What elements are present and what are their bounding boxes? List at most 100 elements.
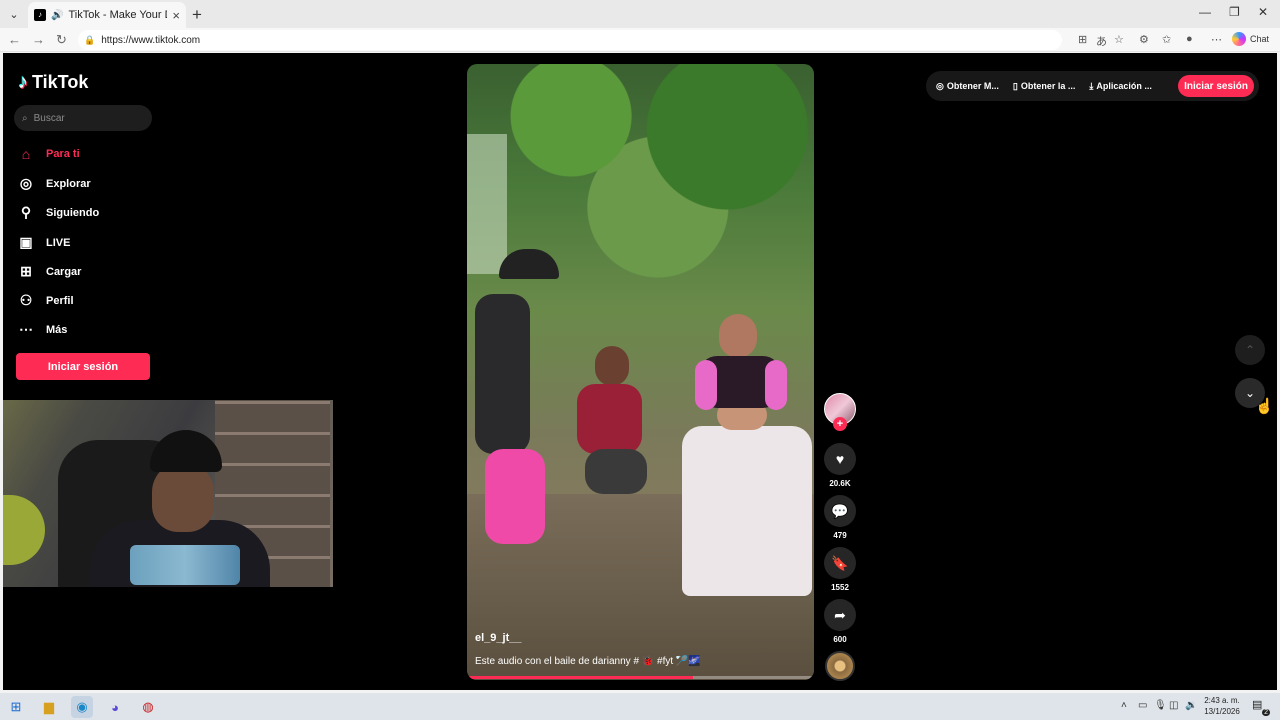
tree-foliage [467, 64, 814, 324]
favorites-icon[interactable]: ✩ [1162, 33, 1171, 46]
dancer-1-shirt [475, 294, 530, 454]
dancer-3-pants [682, 426, 812, 596]
refresh-icon[interactable]: ↻ [56, 32, 67, 48]
share-button[interactable]: ➦ [824, 599, 856, 631]
chevron-down-icon: ⌄ [1244, 386, 1256, 400]
start-windows-icon[interactable]: ⊞ [5, 696, 27, 718]
back-icon[interactable]: ← [8, 32, 21, 47]
meet-now-icon[interactable]: ▭ [1138, 700, 1147, 711]
sidebar-item-live[interactable]: ▣ LIVE [18, 234, 70, 251]
search-placeholder: Buscar [33, 112, 65, 124]
home-icon: ⌂ [21, 146, 31, 162]
sidebar-item-label: Cargar [46, 265, 82, 278]
site-info-icon[interactable]: 🔒 [84, 35, 95, 46]
save-button[interactable]: 🔖 [824, 547, 856, 579]
tiktok-logo[interactable]: ♪ TikTok [18, 71, 88, 94]
heart-icon: ♥ [835, 451, 845, 467]
new-tab-icon[interactable]: + [192, 5, 202, 25]
desktop-app-button[interactable]: ⤓ Aplicación ... [1089, 81, 1152, 92]
following-icon: ⚲ [20, 204, 32, 220]
logo-text: TikTok [32, 72, 89, 92]
download-icon: ⤓ [1089, 80, 1094, 91]
search-icon: ⌕ [22, 112, 28, 124]
sidebar-item-label: LIVE [46, 236, 71, 249]
video-progress-fill [467, 676, 693, 679]
chevron-up-icon: ⌃ [1244, 343, 1256, 357]
search-input[interactable]: ⌕ Buscar [14, 105, 152, 131]
get-app-button[interactable]: ▯ Obtener la ... [1013, 81, 1075, 92]
sidebar-login-button[interactable]: Iniciar sesión [16, 353, 150, 380]
top-login-button[interactable]: Iniciar sesión [1178, 75, 1254, 97]
like-button[interactable]: ♥ [824, 443, 856, 475]
microphone-icon[interactable]: 🎙 [1154, 700, 1167, 711]
dancer-3-sleeve [765, 360, 787, 410]
like-count: 20.6K [829, 479, 851, 488]
chat-label: Chat [1250, 34, 1270, 44]
streamer-cap [150, 430, 222, 472]
close-tab-icon[interactable]: × [172, 8, 180, 23]
sidebar-item-explorar[interactable]: ◎ Explorar [18, 175, 91, 192]
system-clock[interactable]: 2:43 a. m. 13/1/2026 [1196, 695, 1248, 717]
notification-center-icon[interactable]: ▤ 2 [1252, 698, 1270, 716]
comment-button[interactable]: 💬 [824, 495, 856, 527]
tab-actions-menu-icon[interactable]: ⌄ [4, 4, 24, 24]
sidebar-item-mas[interactable]: ⋯ Más [18, 321, 67, 338]
dancer-2-head [595, 346, 629, 386]
video-player[interactable]: el_9_jt__ Este audio con el baile de dar… [467, 64, 814, 680]
network-icon[interactable]: ◫ [1169, 700, 1178, 711]
dancer-2-top [577, 384, 642, 454]
forward-icon[interactable]: → [32, 32, 45, 47]
sidebar-item-perfil[interactable]: ⚇ Perfil [18, 292, 74, 309]
sidebar-item-para-ti[interactable]: ⌂ Para ti [18, 146, 80, 162]
obs-recorder-icon[interactable]: ◍ [137, 696, 159, 718]
live-tv-icon: ▣ [19, 234, 33, 250]
restore-icon[interactable]: ❐ [1229, 5, 1240, 19]
comment-count: 479 [833, 531, 847, 540]
tray-expand-icon[interactable]: ˄ [1121, 700, 1127, 711]
follow-plus-icon[interactable]: + [833, 417, 847, 431]
previous-video-button[interactable]: ⌃ [1235, 335, 1265, 365]
sidebar-item-label: Más [46, 323, 68, 336]
tiktok-favicon-icon: ♪ [34, 9, 46, 21]
video-author[interactable]: el_9_jt__ [475, 632, 521, 644]
minimize-icon[interactable]: — [1199, 5, 1211, 19]
app-available-icon[interactable]: ⊞ [1078, 33, 1087, 46]
music-disc-icon[interactable] [825, 651, 855, 681]
sidebar-item-label: Explorar [46, 177, 91, 190]
clock-time: 2:43 a. m. [1204, 696, 1240, 705]
tiktok-note-icon: ♪ [18, 71, 28, 93]
edge-browser-icon[interactable]: ◉ [71, 696, 93, 718]
sidebar-item-cargar[interactable]: ⊞ Cargar [18, 263, 81, 280]
speaker-icon[interactable]: 🔊 [51, 10, 63, 21]
translate-icon[interactable]: あ [1096, 33, 1107, 49]
url-text: https://www.tiktok.com [101, 34, 201, 46]
windows-taskbar: ⊞ ▆ ◉ ◕ ◍ ˄ ▭ 🎙 ◫ 🔉 2:43 a. m. 13/1/2026… [0, 693, 1280, 720]
coin-icon: ◎ [936, 80, 944, 91]
address-bar-row: ← → ↻ 🔒 https://www.tiktok.com ⊞ あ ☆ ⚙ ✩… [0, 28, 1280, 52]
video-progress-bar[interactable] [467, 676, 814, 679]
favorite-star-icon[interactable]: ☆ [1114, 33, 1124, 46]
file-explorer-icon[interactable]: ▆ [38, 696, 60, 718]
video-caption: Este audio con el baile de darianny # 🐞 … [475, 656, 701, 667]
more-icon: ⋯ [19, 321, 33, 337]
discord-app-icon[interactable]: ◕ [104, 696, 126, 718]
mouse-cursor-icon: ☝ [1255, 398, 1274, 415]
webcam-overlay [3, 400, 333, 587]
close-window-icon[interactable]: ✕ [1258, 5, 1268, 19]
comment-icon: 💬 [831, 502, 849, 519]
save-count: 1552 [831, 583, 849, 592]
get-coins-button[interactable]: ◎ Obtener M... [936, 81, 999, 92]
tiktok-page: ♪ TikTok ⌕ Buscar ⌂ Para ti ◎ Explorar ⚲… [3, 53, 1277, 690]
browser-tab[interactable]: ♪ 🔊 TikTok - Make Your Day × [28, 2, 186, 28]
sidebar-item-siguiendo[interactable]: ⚲ Siguiendo [18, 204, 99, 221]
profile-avatar-icon[interactable]: ● [1186, 33, 1193, 45]
topbar-item-label: Obtener la ... [1020, 81, 1076, 91]
url-field[interactable]: 🔒 https://www.tiktok.com [78, 30, 1062, 50]
extensions-icon[interactable]: ⚙ [1139, 33, 1149, 46]
settings-more-icon[interactable]: ⋯ [1211, 33, 1222, 46]
bookmark-icon: 🔖 [831, 554, 849, 571]
tab-title: TikTok - Make Your Day [68, 9, 167, 21]
streamer-face [152, 462, 214, 532]
dancer-2-skirt [585, 449, 647, 494]
copilot-chat-button[interactable]: Chat [1232, 32, 1269, 46]
